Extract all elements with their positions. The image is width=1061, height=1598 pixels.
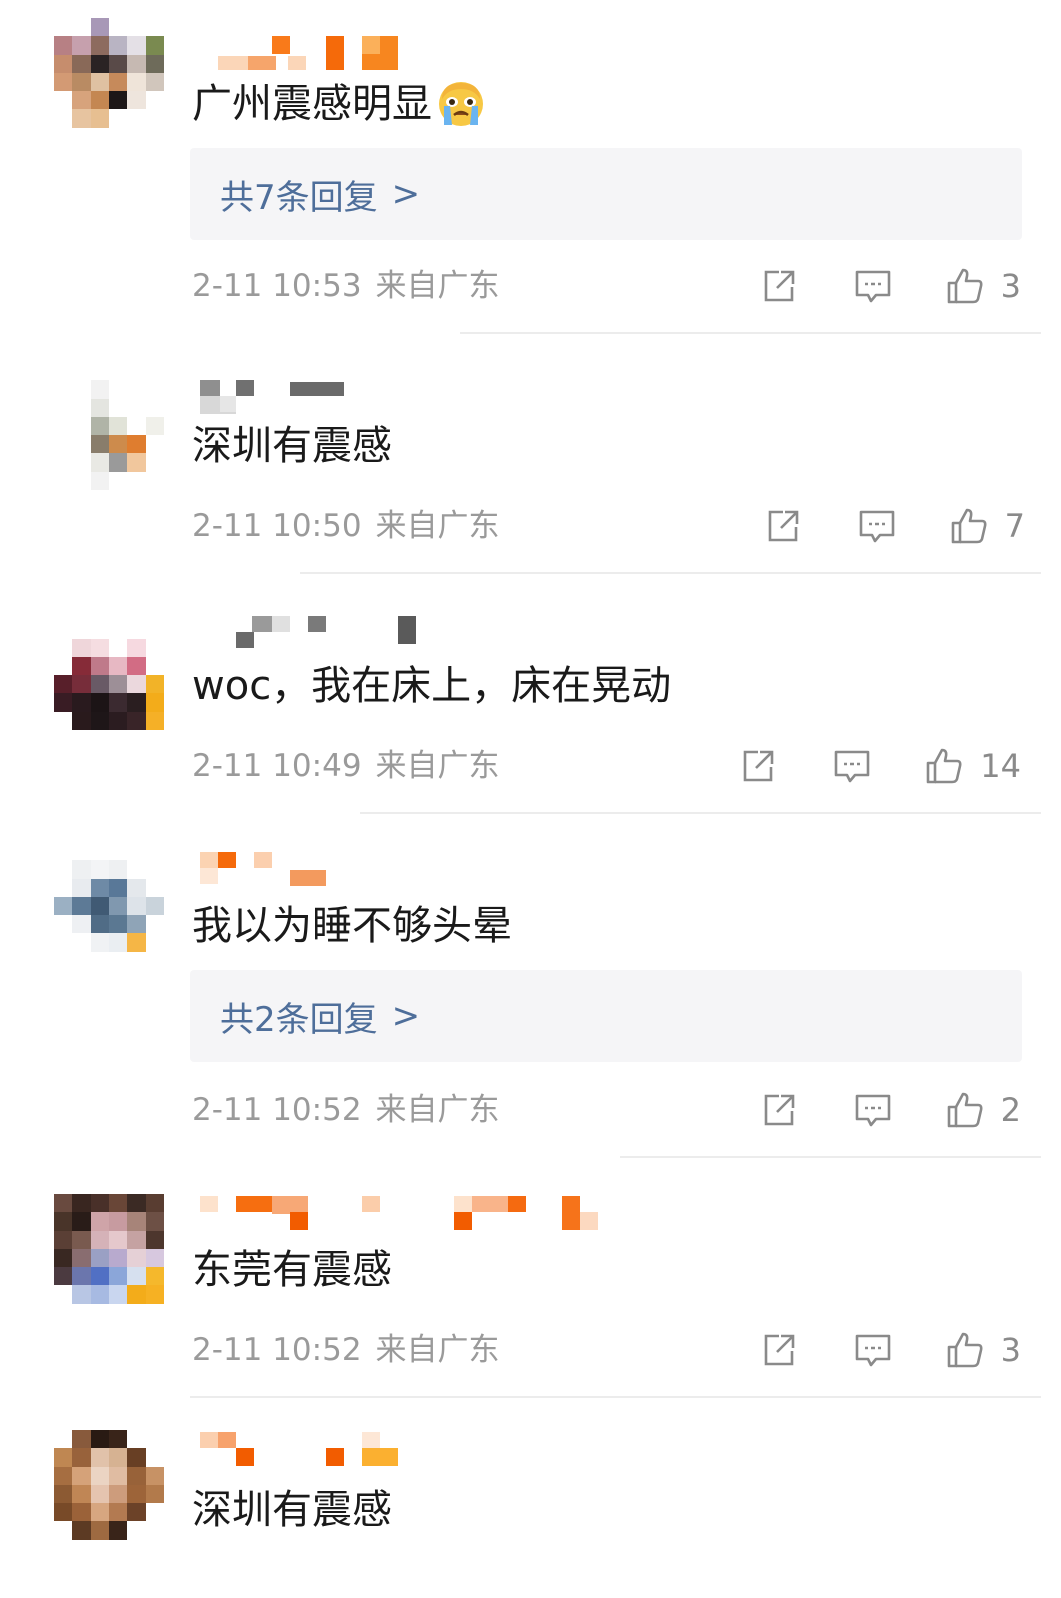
comment-icon	[859, 510, 894, 543]
username-redacted[interactable]	[196, 616, 616, 650]
thumbs-up-icon	[926, 748, 962, 784]
thumbs-up-icon	[947, 1092, 983, 1128]
avatar[interactable]	[54, 362, 164, 490]
reply-button[interactable]	[855, 504, 899, 548]
like-count: 2	[1000, 1091, 1021, 1129]
thumbs-up-icon	[947, 268, 983, 304]
share-icon	[764, 1094, 794, 1126]
comment-text-content: 深圳有震感	[192, 1487, 392, 1533]
view-replies-button[interactable]: 共2条回复 >	[190, 970, 1022, 1062]
share-icon	[743, 750, 774, 782]
divider	[620, 1156, 1041, 1158]
comment-time: 2-11 10:49	[192, 748, 362, 784]
comment-text: 东莞有震感	[192, 1242, 392, 1298]
like-count: 14	[980, 747, 1021, 785]
comment-location: 来自广东	[375, 748, 500, 784]
like-button[interactable]: 7	[947, 504, 1025, 548]
avatar[interactable]	[54, 1194, 164, 1322]
comment-location: 来自广东	[375, 268, 500, 304]
avatar[interactable]	[54, 1430, 164, 1558]
comment-location: 来自广东	[375, 1092, 500, 1128]
username-redacted[interactable]	[196, 1196, 616, 1230]
comment-text: woc，我在床上，床在晃动	[192, 658, 671, 714]
thumbs-up-icon	[947, 1332, 983, 1368]
divider	[360, 812, 1041, 814]
chevron-right-icon: >	[391, 996, 421, 1036]
avatar[interactable]	[54, 18, 164, 146]
share-icon	[764, 270, 794, 302]
comment-actions: 7	[761, 504, 1025, 548]
chevron-right-icon: >	[391, 174, 421, 214]
replies-label: 共7条回复	[220, 177, 378, 218]
avatar[interactable]	[54, 602, 164, 730]
reply-button[interactable]	[851, 1328, 895, 1372]
comment-time: 2-11 10:52	[192, 1332, 362, 1368]
username-redacted[interactable]	[196, 36, 616, 70]
comment-time: 2-11 10:52	[192, 1092, 362, 1128]
share-icon	[764, 1334, 794, 1366]
comment-actions: 3	[757, 1328, 1021, 1372]
divider	[300, 572, 1041, 574]
comment-icon	[834, 750, 870, 783]
share-button[interactable]	[757, 1088, 801, 1132]
thumbs-up-icon	[951, 508, 987, 544]
comment-text-content: 广州震感明显	[192, 81, 432, 127]
comment-time: 2-11 10:50	[192, 508, 362, 544]
share-icon	[768, 510, 798, 542]
divider	[460, 332, 1041, 334]
like-button[interactable]: 14	[922, 744, 1021, 788]
replies-label: 共2条回复	[220, 999, 378, 1040]
comment-text-content: 我以为睡不够头晕	[192, 903, 512, 949]
comment-text: 广州震感明显	[192, 76, 486, 132]
like-count: 3	[1000, 267, 1021, 305]
like-count: 3	[1000, 1331, 1021, 1369]
comment-icon	[855, 1094, 890, 1127]
reply-button[interactable]	[830, 744, 874, 788]
share-button[interactable]	[736, 744, 780, 788]
comment-icon	[855, 270, 890, 303]
comment-text: 我以为睡不够头晕	[192, 898, 512, 954]
divider	[190, 1396, 1041, 1398]
share-button[interactable]	[761, 504, 805, 548]
comment-meta: 2-11 10:52 来自广东	[192, 1330, 500, 1370]
loudly-crying-face-icon	[436, 79, 486, 129]
like-button[interactable]: 3	[943, 1328, 1021, 1372]
username-redacted[interactable]	[196, 852, 616, 886]
comment-actions: 2	[757, 1088, 1021, 1132]
comment-meta: 2-11 10:50 来自广东	[192, 506, 500, 546]
comment-meta: 2-11 10:53 来自广东	[192, 266, 500, 306]
comment-text-content: woc，我在床上，床在晃动	[192, 663, 672, 709]
like-count: 7	[1004, 507, 1025, 545]
comment-actions: 14	[736, 744, 1021, 788]
comment-text: 深圳有震感	[192, 1482, 392, 1538]
comment-location: 来自广东	[375, 508, 500, 544]
comment-actions: 3	[757, 264, 1021, 308]
username-redacted[interactable]	[196, 380, 616, 414]
share-button[interactable]	[757, 1328, 801, 1372]
comment-icon	[855, 1334, 890, 1367]
avatar[interactable]	[54, 842, 164, 970]
reply-button[interactable]	[851, 264, 895, 308]
share-button[interactable]	[757, 264, 801, 308]
reply-button[interactable]	[851, 1088, 895, 1132]
comment-time: 2-11 10:53	[192, 268, 362, 304]
comment-meta: 2-11 10:52 来自广东	[192, 1090, 500, 1130]
comment-meta: 2-11 10:49 来自广东	[192, 746, 500, 786]
comment-text-content: 东莞有震感	[192, 1247, 392, 1293]
comment-location: 来自广东	[375, 1332, 500, 1368]
comment-text-content: 深圳有震感	[192, 423, 392, 469]
like-button[interactable]: 3	[943, 264, 1021, 308]
username-redacted[interactable]	[196, 1432, 616, 1466]
view-replies-button[interactable]: 共7条回复 >	[190, 148, 1022, 240]
like-button[interactable]: 2	[943, 1088, 1021, 1132]
comment-text: 深圳有震感	[192, 418, 392, 474]
